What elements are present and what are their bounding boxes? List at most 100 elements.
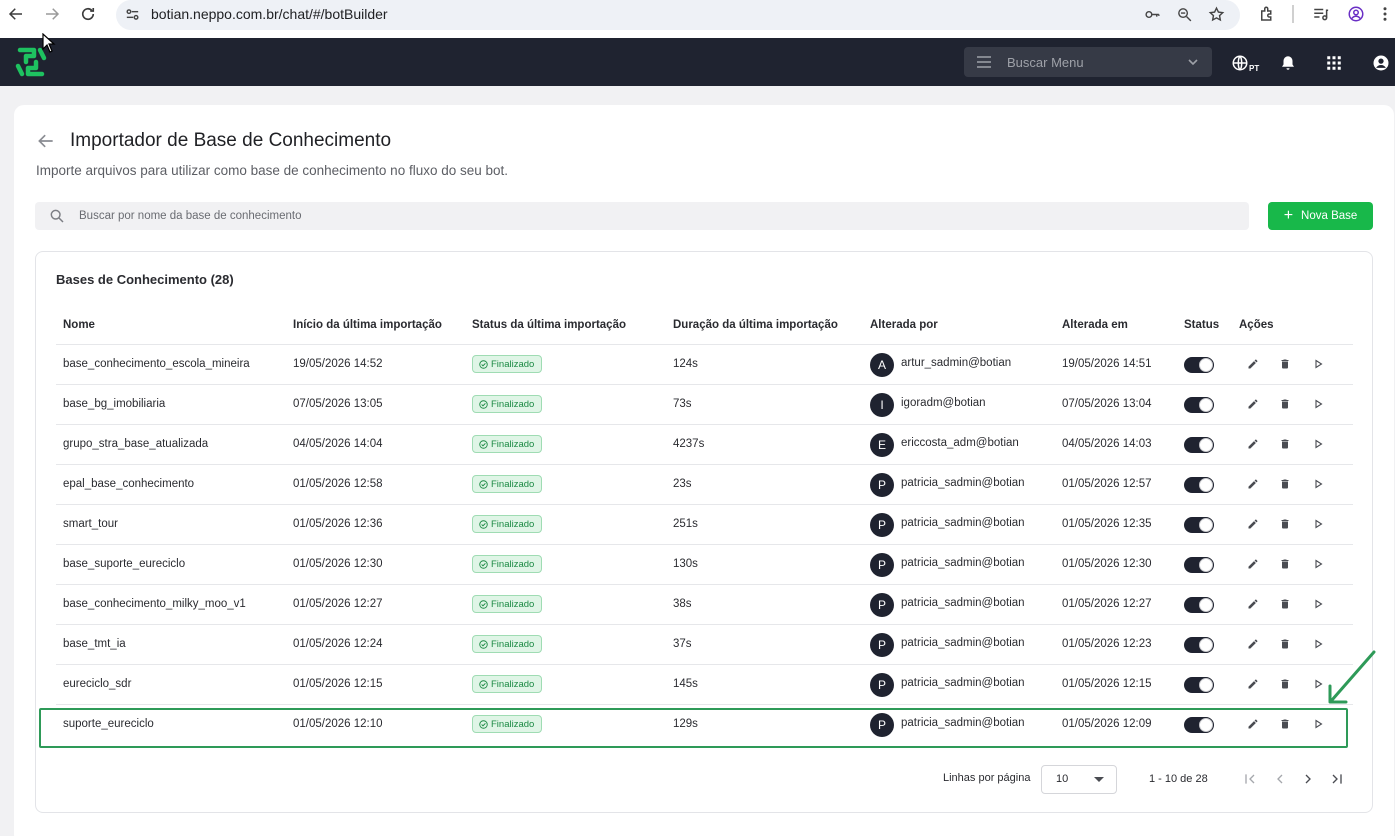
media-queue-icon[interactable] [1310,3,1332,25]
toggle-knob [1199,438,1213,452]
edit-pencil-icon[interactable] [1246,597,1260,611]
edit-pencil-icon[interactable] [1246,717,1260,731]
table-row[interactable]: base_conhecimento_escola_mineira 19/05/20… [56,344,1353,384]
search-input[interactable] [79,206,1229,226]
row-name: smart_tour [63,518,118,530]
bookmark-star-icon[interactable] [1206,4,1226,24]
edit-pencil-icon[interactable] [1246,357,1260,371]
row-start: 19/05/2026 14:52 [293,358,383,370]
run-play-icon[interactable] [1311,517,1325,531]
app-logo-icon[interactable] [14,46,48,78]
address-bar[interactable]: botian.neppo.com.br/chat/#/botBuilder [116,0,1240,30]
table-row[interactable]: smart_tour 01/05/2026 12:36 Finalizado 251s… [56,504,1353,544]
site-settings-icon[interactable] [122,4,142,24]
toolbar-divider [1292,5,1294,23]
edit-pencil-icon[interactable] [1246,677,1260,691]
status-badge: Finalizado [472,675,543,693]
run-play-icon[interactable] [1311,437,1325,451]
table-row[interactable]: epal_base_conhecimento 01/05/2026 12:58 Fi… [56,464,1353,504]
delete-trash-icon[interactable] [1278,637,1292,651]
language-code[interactable]: PT [1249,64,1259,73]
edit-pencil-icon[interactable] [1246,397,1260,411]
status-toggle[interactable] [1184,597,1214,613]
toggle-knob [1199,558,1213,572]
table-row[interactable]: base_tmt_ia 01/05/2026 12:24 Finalizado 37s… [56,624,1353,664]
run-play-icon[interactable] [1311,717,1325,731]
forward-icon[interactable] [40,2,64,26]
row-duration: 251s [673,518,698,530]
delete-trash-icon[interactable] [1278,677,1292,691]
delete-trash-icon[interactable] [1278,477,1292,491]
status-toggle[interactable] [1184,637,1214,653]
run-play-icon[interactable] [1311,357,1325,371]
row-start: 01/05/2026 12:58 [293,478,383,490]
zoom-icon[interactable] [1174,4,1194,24]
rows-per-page-select[interactable]: 10 [1041,765,1117,794]
globe-icon[interactable] [1229,52,1251,74]
url-text[interactable]: botian.neppo.com.br/chat/#/botBuilder [151,6,388,22]
extensions-icon[interactable] [1256,3,1278,25]
status-toggle[interactable] [1184,717,1214,733]
delete-trash-icon[interactable] [1278,437,1292,451]
run-play-icon[interactable] [1311,477,1325,491]
status-badge-label: Finalizado [491,398,535,410]
table-row[interactable]: base_suporte_eureciclo 01/05/2026 12:30 Fi… [56,544,1353,584]
reload-icon[interactable] [76,2,100,26]
edit-pencil-icon[interactable] [1246,557,1260,571]
row-changed-at: 01/05/2026 12:27 [1062,598,1152,610]
status-toggle[interactable] [1184,677,1214,693]
notification-bell-icon[interactable] [1277,52,1299,74]
table-row[interactable]: base_conhecimento_milky_moo_v1 01/05/2026… [56,584,1353,624]
delete-trash-icon[interactable] [1278,357,1292,371]
status-badge-label: Finalizado [491,558,535,570]
new-base-button[interactable]: + Nova Base [1268,202,1373,230]
row-changed-by: ericcosta_adm@botian [901,437,1019,449]
last-page-icon[interactable] [1329,771,1345,787]
next-page-icon[interactable] [1300,771,1316,787]
delete-trash-icon[interactable] [1278,517,1292,531]
browser-menu-icon[interactable] [1380,3,1390,25]
table-row[interactable]: grupo_stra_base_atualizada 04/05/2026 14:… [56,424,1353,464]
delete-trash-icon[interactable] [1278,717,1292,731]
user-account-icon[interactable] [1370,52,1392,74]
page-subtitle: Importe arquivos para utilizar como base… [36,163,509,178]
run-play-icon[interactable] [1311,677,1325,691]
column-header-actions: Ações [1239,319,1274,331]
table-row[interactable]: suporte_eureciclo 01/05/2026 12:10 Finaliz… [56,704,1353,744]
apps-grid-icon[interactable] [1323,52,1345,74]
table-title: Bases de Conhecimento (28) [56,272,234,287]
profile-icon[interactable] [1345,3,1367,25]
edit-pencil-icon[interactable] [1246,437,1260,451]
edit-pencil-icon[interactable] [1246,517,1260,531]
status-toggle[interactable] [1184,357,1214,373]
toggle-knob [1199,638,1213,652]
run-play-icon[interactable] [1311,637,1325,651]
row-duration: 129s [673,718,698,730]
previous-page-icon[interactable] [1272,771,1288,787]
run-play-icon[interactable] [1311,397,1325,411]
status-toggle[interactable] [1184,397,1214,413]
row-start: 07/05/2026 13:05 [293,398,383,410]
run-play-icon[interactable] [1311,557,1325,571]
table-row[interactable]: base_bg_imobiliaria 07/05/2026 13:05 Final… [56,384,1353,424]
back-arrow-icon[interactable] [36,131,56,151]
password-key-icon[interactable] [1142,4,1162,24]
edit-pencil-icon[interactable] [1246,637,1260,651]
run-play-icon[interactable] [1311,597,1325,611]
knowledge-base-search[interactable] [35,202,1249,230]
app-header: Buscar Menu PT [0,38,1395,86]
back-icon[interactable] [4,2,28,26]
row-start: 04/05/2026 14:04 [293,438,383,450]
delete-trash-icon[interactable] [1278,557,1292,571]
first-page-icon[interactable] [1242,771,1258,787]
status-toggle[interactable] [1184,557,1214,573]
delete-trash-icon[interactable] [1278,397,1292,411]
table-row[interactable]: eureciclo_sdr 01/05/2026 12:15 Finalizado 1… [56,664,1353,704]
status-toggle[interactable] [1184,517,1214,533]
edit-pencil-icon[interactable] [1246,477,1260,491]
menu-search[interactable]: Buscar Menu [964,47,1212,77]
delete-trash-icon[interactable] [1278,597,1292,611]
status-toggle[interactable] [1184,437,1214,453]
rows-per-page-value: 10 [1056,773,1069,785]
status-toggle[interactable] [1184,477,1214,493]
